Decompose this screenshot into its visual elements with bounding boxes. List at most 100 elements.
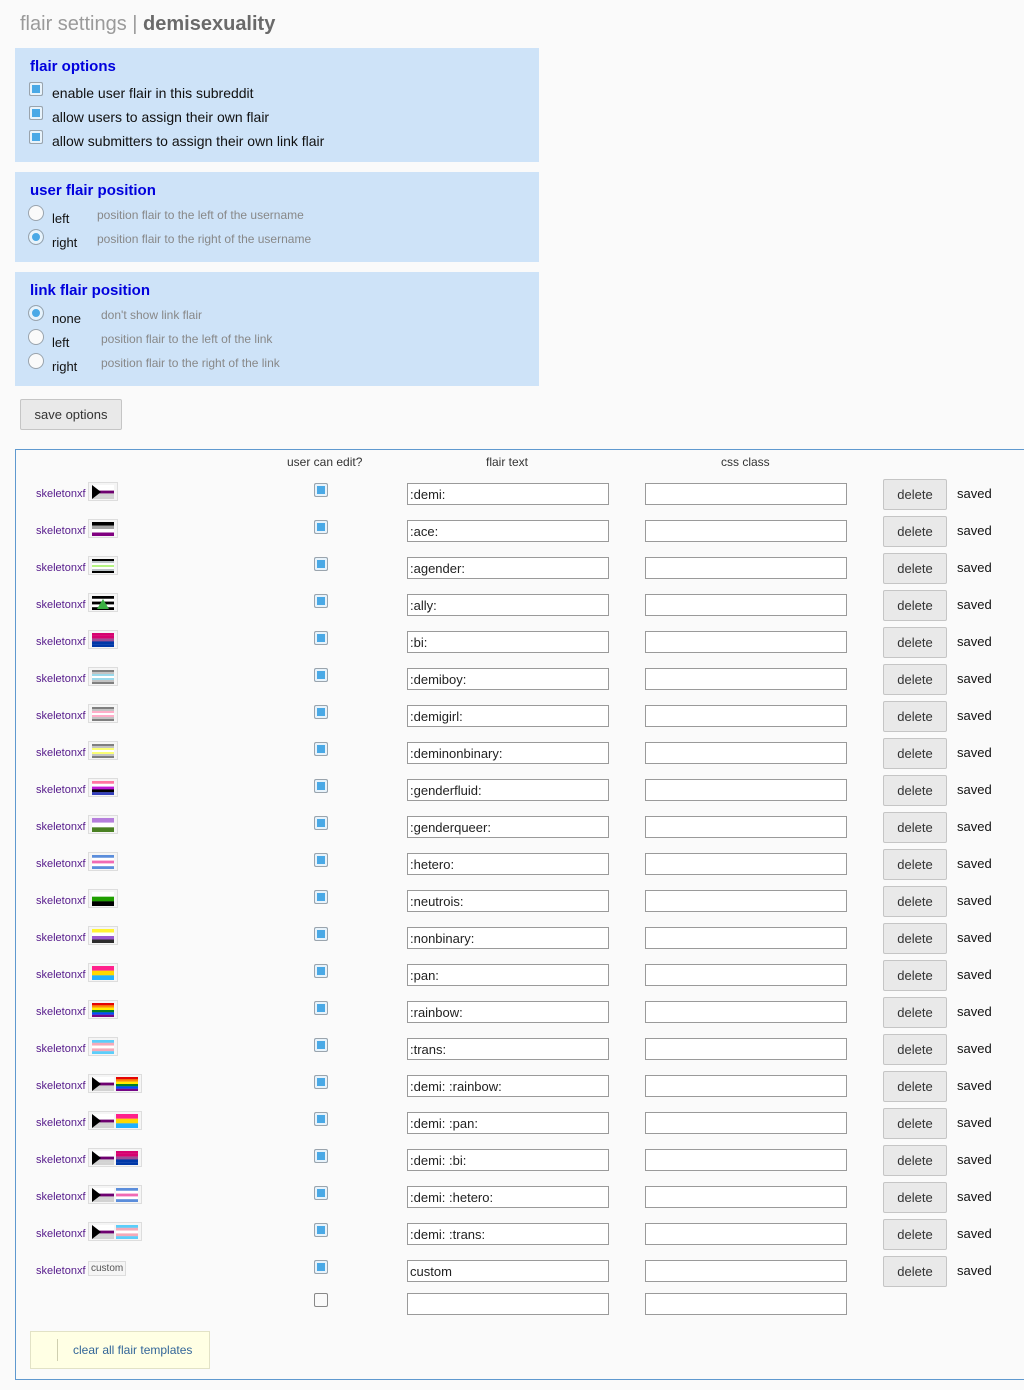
- delete-button[interactable]: delete: [883, 1219, 947, 1250]
- user-can-edit-checkbox[interactable]: [314, 742, 328, 756]
- css-class-input[interactable]: [645, 816, 847, 838]
- flair-text-input[interactable]: [407, 1075, 609, 1097]
- user-can-edit-checkbox[interactable]: [314, 1075, 328, 1089]
- flair-text-input[interactable]: [407, 668, 609, 690]
- username-link[interactable]: skeletonxf: [36, 1043, 86, 1055]
- user-can-edit-checkbox[interactable]: [314, 927, 328, 941]
- delete-button[interactable]: delete: [883, 1182, 947, 1213]
- user-can-edit-checkbox[interactable]: [314, 816, 328, 830]
- css-class-input[interactable]: [645, 631, 847, 653]
- delete-button[interactable]: delete: [883, 590, 947, 621]
- allow-users-assign-flair-checkbox[interactable]: [29, 106, 43, 120]
- username-link[interactable]: skeletonxf: [36, 710, 86, 722]
- delete-button[interactable]: delete: [883, 738, 947, 769]
- save-options-button[interactable]: save options: [20, 399, 122, 430]
- username-link[interactable]: skeletonxf: [36, 895, 86, 907]
- delete-button[interactable]: delete: [883, 849, 947, 880]
- css-class-input[interactable]: [645, 890, 847, 912]
- user-can-edit-checkbox[interactable]: [314, 1112, 328, 1126]
- new-css-class-input[interactable]: [645, 1293, 847, 1315]
- username-link[interactable]: skeletonxf: [36, 1080, 86, 1092]
- username-link[interactable]: skeletonxf: [36, 932, 86, 944]
- username-link[interactable]: skeletonxf: [36, 673, 86, 685]
- flair-text-input[interactable]: [407, 594, 609, 616]
- user-can-edit-checkbox[interactable]: [314, 964, 328, 978]
- link-flair-left-radio[interactable]: [28, 329, 44, 345]
- flair-text-input[interactable]: [407, 779, 609, 801]
- flair-text-input[interactable]: [407, 1260, 609, 1282]
- username-link[interactable]: skeletonxf: [36, 747, 86, 759]
- flair-text-input[interactable]: [407, 1186, 609, 1208]
- delete-button[interactable]: delete: [883, 701, 947, 732]
- delete-button[interactable]: delete: [883, 479, 947, 510]
- flair-text-input[interactable]: [407, 890, 609, 912]
- username-link[interactable]: skeletonxf: [36, 1154, 86, 1166]
- flair-text-input[interactable]: [407, 483, 609, 505]
- enable-user-flair-checkbox[interactable]: [29, 82, 43, 96]
- user-can-edit-checkbox[interactable]: [314, 1038, 328, 1052]
- css-class-input[interactable]: [645, 1149, 847, 1171]
- user-can-edit-checkbox[interactable]: [314, 631, 328, 645]
- delete-button[interactable]: delete: [883, 627, 947, 658]
- allow-submitters-link-flair-checkbox[interactable]: [29, 130, 43, 144]
- user-can-edit-checkbox[interactable]: [314, 668, 328, 682]
- delete-button[interactable]: delete: [883, 960, 947, 991]
- flair-text-input[interactable]: [407, 1112, 609, 1134]
- user-can-edit-checkbox[interactable]: [314, 1149, 328, 1163]
- user-can-edit-checkbox[interactable]: [314, 1186, 328, 1200]
- css-class-input[interactable]: [645, 1001, 847, 1023]
- user-can-edit-checkbox[interactable]: [314, 1001, 328, 1015]
- user-can-edit-checkbox[interactable]: [314, 705, 328, 719]
- username-link[interactable]: skeletonxf: [36, 821, 86, 833]
- flair-text-input[interactable]: [407, 1149, 609, 1171]
- clear-all-flair-templates-link[interactable]: clear all flair templates: [73, 1343, 192, 1357]
- user-can-edit-checkbox[interactable]: [314, 890, 328, 904]
- user-flair-right-radio[interactable]: [28, 229, 44, 245]
- css-class-input[interactable]: [645, 520, 847, 542]
- flair-text-input[interactable]: [407, 557, 609, 579]
- user-can-edit-checkbox[interactable]: [314, 483, 328, 497]
- css-class-input[interactable]: [645, 779, 847, 801]
- css-class-input[interactable]: [645, 742, 847, 764]
- username-link[interactable]: skeletonxf: [36, 1191, 86, 1203]
- delete-button[interactable]: delete: [883, 1071, 947, 1102]
- delete-button[interactable]: delete: [883, 886, 947, 917]
- username-link[interactable]: skeletonxf: [36, 784, 86, 796]
- flair-text-input[interactable]: [407, 853, 609, 875]
- delete-button[interactable]: delete: [883, 1108, 947, 1139]
- flair-text-input[interactable]: [407, 742, 609, 764]
- delete-button[interactable]: delete: [883, 1256, 947, 1287]
- flair-text-input[interactable]: [407, 816, 609, 838]
- delete-button[interactable]: delete: [883, 997, 947, 1028]
- user-can-edit-checkbox[interactable]: [314, 520, 328, 534]
- new-user-can-edit-checkbox[interactable]: [314, 1293, 328, 1307]
- css-class-input[interactable]: [645, 1260, 847, 1282]
- username-link[interactable]: skeletonxf: [36, 599, 86, 611]
- user-can-edit-checkbox[interactable]: [314, 594, 328, 608]
- username-link[interactable]: skeletonxf: [36, 488, 86, 500]
- css-class-input[interactable]: [645, 668, 847, 690]
- username-link[interactable]: skeletonxf: [36, 858, 86, 870]
- css-class-input[interactable]: [645, 1075, 847, 1097]
- delete-button[interactable]: delete: [883, 812, 947, 843]
- link-flair-right-radio[interactable]: [28, 353, 44, 369]
- user-flair-left-radio[interactable]: [28, 205, 44, 221]
- username-link[interactable]: skeletonxf: [36, 525, 86, 537]
- username-link[interactable]: skeletonxf: [36, 1117, 86, 1129]
- flair-text-input[interactable]: [407, 1001, 609, 1023]
- user-can-edit-checkbox[interactable]: [314, 1260, 328, 1274]
- username-link[interactable]: skeletonxf: [36, 1265, 86, 1277]
- css-class-input[interactable]: [645, 1186, 847, 1208]
- delete-button[interactable]: delete: [883, 923, 947, 954]
- flair-text-input[interactable]: [407, 705, 609, 727]
- flair-text-input[interactable]: [407, 1223, 609, 1245]
- delete-button[interactable]: delete: [883, 1145, 947, 1176]
- flair-text-input[interactable]: [407, 1038, 609, 1060]
- username-link[interactable]: skeletonxf: [36, 636, 86, 648]
- flair-text-input[interactable]: [407, 520, 609, 542]
- username-link[interactable]: skeletonxf: [36, 1006, 86, 1018]
- username-link[interactable]: skeletonxf: [36, 969, 86, 981]
- css-class-input[interactable]: [645, 1038, 847, 1060]
- link-flair-none-radio[interactable]: [28, 305, 44, 321]
- delete-button[interactable]: delete: [883, 775, 947, 806]
